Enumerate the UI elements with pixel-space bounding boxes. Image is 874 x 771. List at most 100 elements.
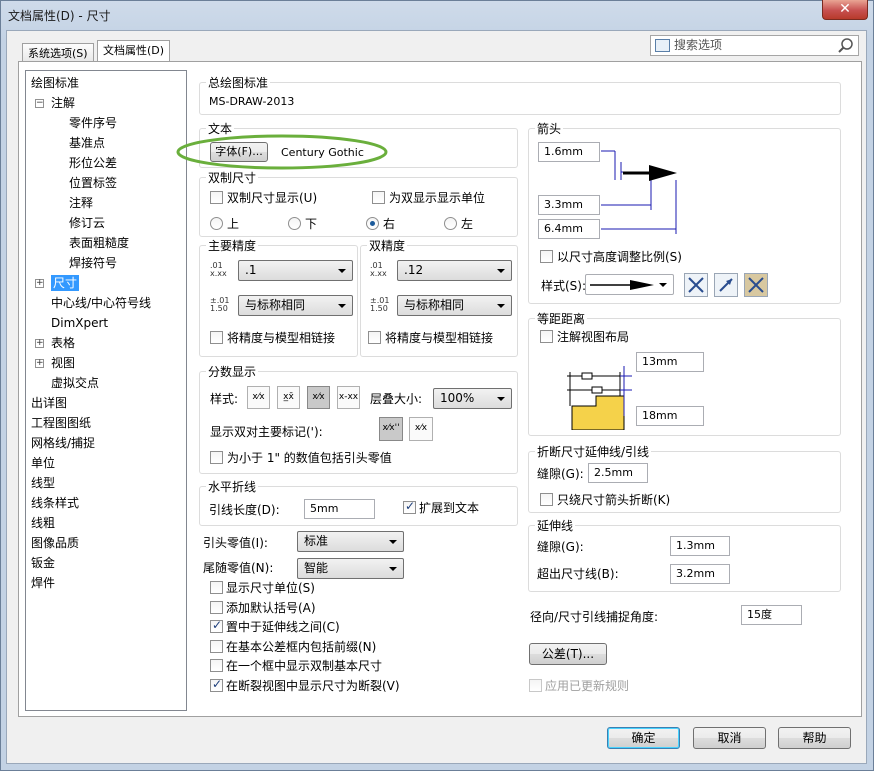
option-checkbox[interactable]: [210, 659, 223, 673]
tree-item[interactable]: 形位公差: [69, 155, 117, 171]
tree-item[interactable]: 尺寸: [51, 275, 80, 291]
ext-gap-input[interactable]: 1.3mm: [670, 536, 730, 556]
tolerance-button[interactable]: 公差(T)...: [529, 643, 607, 665]
tab-document-properties[interactable]: 文档属性(D): [97, 40, 171, 63]
search-options-icon[interactable]: [655, 39, 670, 52]
option-checkbox[interactable]: [210, 581, 223, 594]
dual-units-checkbox[interactable]: [372, 191, 385, 204]
tree-expand-icon[interactable]: +: [35, 359, 44, 368]
offset-second-input[interactable]: 18mm: [636, 406, 704, 426]
dual-pos-bottom-radio[interactable]: [288, 217, 301, 230]
tree-item[interactable]: 出详图: [31, 395, 67, 411]
radial-snap-label: 径向/尺寸引线捕捉角度:: [530, 610, 659, 624]
annotation-layout-label: 注解视图布局: [557, 330, 630, 344]
fraction-label: 分数显示: [206, 365, 259, 379]
break-gap-input[interactable]: 2.5mm: [588, 463, 648, 483]
radial-snap-input[interactable]: 15度: [741, 605, 802, 625]
cancel-button[interactable]: 取消: [693, 727, 766, 749]
tree-item[interactable]: 视图: [51, 355, 75, 371]
tree-item[interactable]: 表面粗糙度: [69, 235, 129, 251]
tree-item[interactable]: 修订云: [69, 215, 105, 231]
dual-link-checkbox[interactable]: [368, 331, 381, 344]
break-around-arrows-checkbox[interactable]: [540, 493, 553, 506]
leading-zero-label: 引头零值(I):: [203, 536, 268, 550]
tree-item[interactable]: 钣金: [31, 555, 55, 571]
leading-zero-dropdown[interactable]: 标准: [297, 531, 404, 552]
search-input[interactable]: 搜索选项: [650, 35, 859, 56]
precision-icon-text4: 1.50: [210, 304, 228, 313]
dual-mark-icon-1[interactable]: x⁄x'': [379, 417, 403, 441]
value-precision-icon: .01 x.xx: [210, 262, 227, 278]
arrow-height-input[interactable]: 1.6mm: [538, 142, 600, 162]
search-icon[interactable]: [838, 38, 854, 54]
stack-size-dropdown[interactable]: 100%: [433, 388, 512, 409]
tree-item[interactable]: 单位: [31, 455, 55, 471]
tree-item[interactable]: 中心线/中心符号线: [51, 295, 151, 311]
apply-updated-label: 应用已更新规则: [545, 679, 630, 693]
extend-to-text-checkbox[interactable]: [403, 499, 416, 514]
tree-item[interactable]: 焊接符号: [69, 255, 117, 271]
option-checkbox[interactable]: [210, 677, 223, 692]
primary-precision-dropdown[interactable]: .1: [238, 260, 353, 281]
trailing-zero-label: 尾随零值(N):: [203, 561, 274, 575]
tree-item[interactable]: DimXpert: [51, 315, 108, 331]
ok-button[interactable]: 确定: [607, 727, 680, 749]
tree-item[interactable]: 焊件: [31, 575, 55, 591]
dual-precision-dropdown[interactable]: .12: [397, 260, 512, 281]
tree-item[interactable]: 线型: [31, 475, 55, 491]
tree-item[interactable]: 注解: [51, 95, 75, 111]
ext-beyond-input[interactable]: 3.2mm: [670, 564, 730, 584]
offset-first-input[interactable]: 13mm: [636, 352, 704, 372]
tree-item[interactable]: 表格: [51, 335, 75, 351]
leader-length-input[interactable]: 5mm: [304, 499, 375, 519]
arrows-label: 箭头: [535, 122, 564, 136]
fraction-style-slash[interactable]: x⁄x: [247, 386, 270, 409]
fraction-style-dash[interactable]: x-xx: [337, 386, 360, 409]
arrow-width-input[interactable]: 3.3mm: [538, 195, 600, 215]
fraction-style-diagonal[interactable]: x⁄x: [307, 386, 330, 409]
arrow-length-input[interactable]: 6.4mm: [538, 219, 600, 239]
dual-pos-right-radio[interactable]: [366, 217, 379, 230]
option-checkbox[interactable]: [210, 639, 223, 653]
tree-item[interactable]: 位置标签: [69, 175, 117, 191]
dual-tolerance-precision-icon: ±.01 1.50: [370, 297, 389, 313]
scale-with-height-checkbox[interactable]: [540, 250, 553, 263]
primary-link-checkbox[interactable]: [210, 331, 223, 344]
offset-diagram-icon: [567, 366, 632, 430]
tree-item[interactable]: 线条样式: [31, 495, 79, 511]
tree-item[interactable]: 图像品质: [31, 535, 79, 551]
dual-display-checkbox[interactable]: [210, 191, 223, 204]
dual-mark-icon-2[interactable]: x⁄x: [409, 417, 433, 441]
leading-zero-inch-checkbox[interactable]: [210, 451, 223, 464]
dual-pos-left-radio[interactable]: [444, 217, 457, 230]
tree-expand-icon[interactable]: +: [35, 279, 44, 288]
tree-expand-icon[interactable]: −: [35, 99, 44, 108]
apply-updated-checkbox[interactable]: [529, 679, 542, 692]
arrow-inside-icon[interactable]: [714, 273, 738, 297]
fraction-style-stacked[interactable]: x̲x̄: [277, 386, 300, 409]
option-checkbox[interactable]: [210, 600, 223, 614]
close-button[interactable]: ✕: [822, 0, 868, 20]
horizontal-break-label: 水平折线: [206, 480, 259, 494]
annotation-layout-checkbox[interactable]: [540, 330, 553, 343]
help-button[interactable]: 帮助: [778, 727, 851, 749]
tree-item[interactable]: 线粗: [31, 515, 55, 531]
tab-system-options[interactable]: 系统选项(S): [22, 43, 94, 63]
tree-expand-icon[interactable]: +: [35, 339, 44, 348]
arrow-outside-icon[interactable]: [684, 273, 708, 297]
offset-distance-label: 等距距离: [535, 312, 588, 326]
dual-tolerance-dropdown[interactable]: 与标称相同: [397, 295, 512, 316]
tree-item[interactable]: 零件序号: [69, 115, 117, 131]
arrow-smart-icon[interactable]: [744, 273, 768, 297]
overall-standard-value: MS-DRAW-2013: [209, 95, 295, 108]
tree-item[interactable]: 网格线/捕捉: [31, 435, 95, 451]
tree-item[interactable]: 绘图标准: [31, 75, 79, 91]
trailing-zero-dropdown[interactable]: 智能: [297, 558, 404, 579]
primary-tolerance-dropdown[interactable]: 与标称相同: [238, 295, 353, 316]
tree-item[interactable]: 工程图图纸: [31, 415, 91, 431]
option-checkbox[interactable]: [210, 618, 223, 634]
tree-item[interactable]: 基准点: [69, 135, 105, 151]
tree-item[interactable]: 虚拟交点: [51, 375, 99, 391]
tree-item[interactable]: 注释: [69, 195, 93, 211]
dual-pos-top-radio[interactable]: [210, 217, 223, 230]
